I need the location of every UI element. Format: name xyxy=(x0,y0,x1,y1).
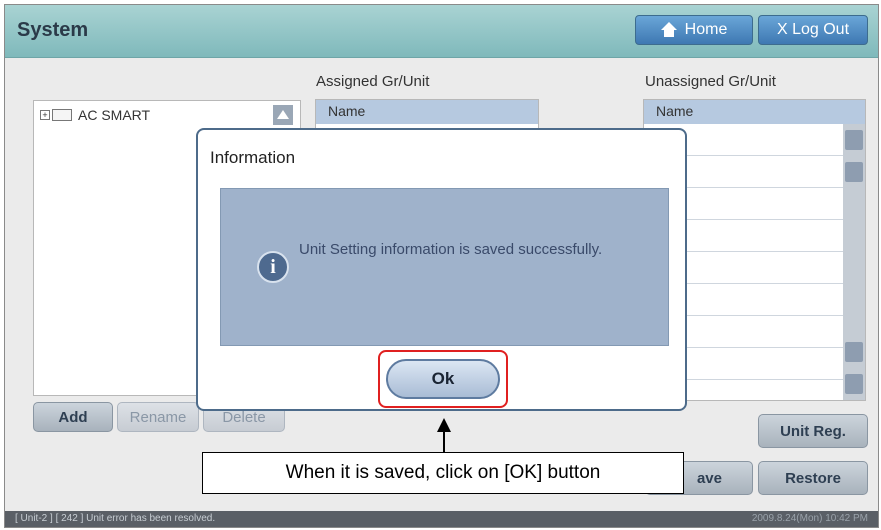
home-button[interactable]: Home xyxy=(635,15,753,45)
tree-node-label: AC SMART xyxy=(78,107,151,123)
dialog-title: Information xyxy=(210,148,296,167)
ok-button[interactable]: Ok xyxy=(386,359,500,399)
info-icon: i xyxy=(257,251,289,283)
home-label: Home xyxy=(684,21,728,38)
status-bar: [ Unit-2 ] [ 242 ] Unit error has been r… xyxy=(5,511,878,527)
unassigned-title: Unassigned Gr/Unit xyxy=(645,73,776,90)
assigned-title: Assigned Gr/Unit xyxy=(316,73,430,90)
unassigned-name-header: Name xyxy=(644,100,865,124)
page-title: System xyxy=(17,19,89,41)
rename-button[interactable]: Rename xyxy=(117,402,199,432)
arrow-up-icon xyxy=(437,418,451,432)
folder-icon xyxy=(52,109,72,121)
tree-scroll-up-button[interactable] xyxy=(273,105,293,125)
status-datetime: 2009.8.24(Mon) 10:42 PM xyxy=(751,513,868,524)
scroll-up-button[interactable] xyxy=(845,162,863,182)
restore-button[interactable]: Restore xyxy=(758,461,868,495)
instruction-callout: When it is saved, click on [OK] button xyxy=(202,452,684,494)
unit-reg-button[interactable]: Unit Reg. xyxy=(758,414,868,448)
expand-icon[interactable]: + xyxy=(40,110,50,120)
status-message: [ Unit-2 ] [ 242 ] Unit error has been r… xyxy=(15,513,216,524)
add-button[interactable]: Add xyxy=(33,402,113,432)
scroll-bottom-button[interactable] xyxy=(845,374,863,394)
tree-node-root[interactable]: + AC SMART xyxy=(40,107,150,123)
header-bar: System Home X Log Out xyxy=(5,5,878,58)
arrow-line xyxy=(443,432,445,452)
scroll-top-button[interactable] xyxy=(845,130,863,150)
unassigned-scrollbar[interactable] xyxy=(843,124,865,400)
scroll-down-button[interactable] xyxy=(845,342,863,362)
assigned-name-header: Name xyxy=(316,100,538,124)
dialog-message: Unit Setting information is saved succes… xyxy=(299,241,603,258)
home-icon xyxy=(660,22,677,37)
logout-button[interactable]: X Log Out xyxy=(758,15,868,45)
dialog-message-area: i Unit Setting information is saved succ… xyxy=(220,188,669,346)
